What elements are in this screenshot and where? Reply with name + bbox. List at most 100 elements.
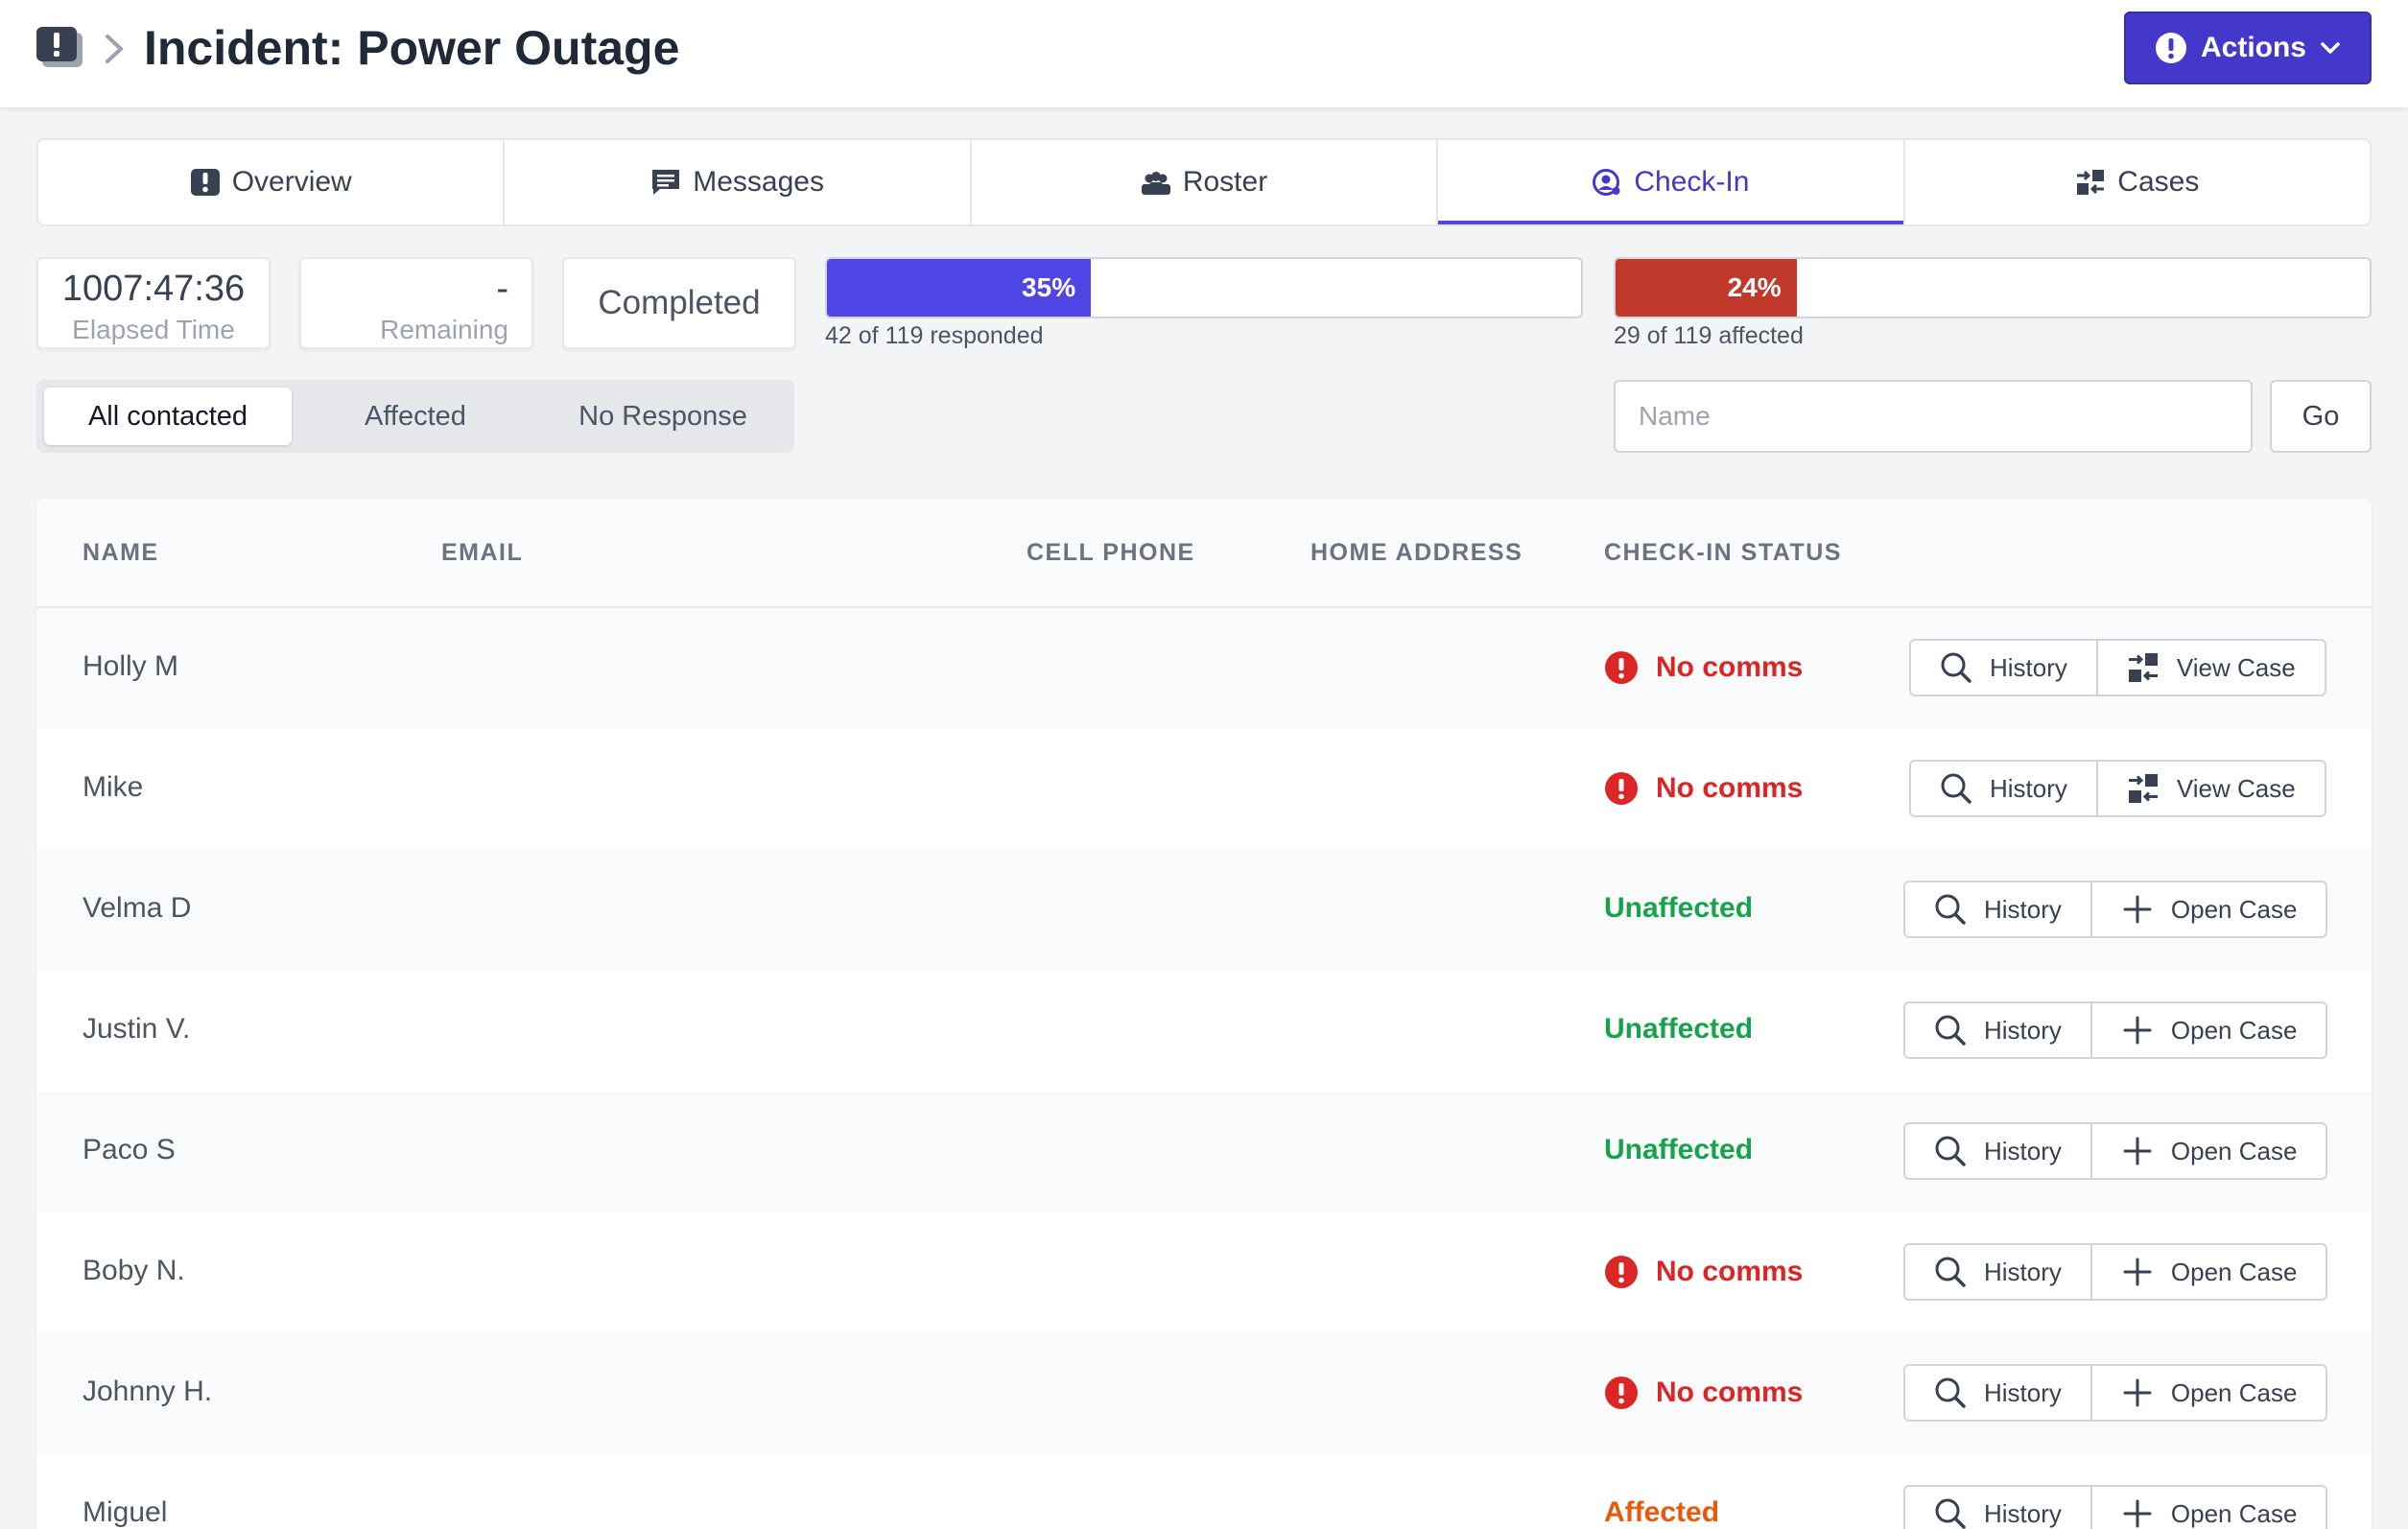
cases-icon (2077, 170, 2105, 195)
history-button[interactable]: History (1905, 1487, 2090, 1529)
column-check-in-status: CHECK-IN STATUS (1604, 539, 1842, 566)
open-case-button[interactable]: Open Case (2089, 1003, 2326, 1057)
actions-button[interactable]: Actions (2124, 12, 2372, 84)
alert-circle-icon (1605, 1256, 1638, 1288)
table-row: Velma D Unaffected History Open Case (36, 850, 2372, 971)
row-action-group: History View Case (1909, 760, 2326, 817)
case-action-label: View Case (2176, 652, 2296, 682)
search-icon (1935, 1257, 1966, 1287)
history-label: History (1984, 1498, 2062, 1528)
remaining-stat: - Remaining (299, 257, 533, 349)
table-row: Boby N. No comms History Open Case (36, 1212, 2372, 1333)
history-label: History (1990, 773, 2067, 803)
history-button[interactable]: History (1911, 641, 2096, 694)
row-checkin-status: Unaffected (1604, 892, 1753, 925)
row-name: Justin V. (83, 1013, 191, 1045)
status-stat: Completed (562, 257, 796, 349)
view-case-button[interactable]: View Case (2095, 762, 2325, 815)
column-cell-phone: CELL PHONE (1027, 539, 1195, 566)
search-icon (1935, 894, 1966, 925)
exclamation-box-icon (190, 169, 220, 196)
page-header: Incident: Power Outage Actions (0, 0, 2408, 109)
open-case-button[interactable]: Open Case (2089, 882, 2326, 936)
plus-icon (2123, 1016, 2152, 1045)
filter-segmented-control: All contacted Affected No Response (36, 380, 794, 453)
history-label: History (1990, 652, 2067, 682)
alert-circle-icon (1605, 1376, 1638, 1409)
row-action-group: History Open Case (1903, 1001, 2328, 1059)
row-name: Johnny H. (83, 1376, 213, 1407)
open-case-button[interactable]: Open Case (2089, 1366, 2326, 1420)
status-label: Unaffected (1604, 1134, 1754, 1165)
filter-no-response[interactable]: No Response (539, 388, 787, 445)
table-body: Holly M No comms History View Case Mike No co… (36, 608, 2372, 1529)
open-case-button[interactable]: Open Case (2089, 1245, 2326, 1299)
history-button[interactable]: History (1905, 1366, 2090, 1420)
row-checkin-status: Affected (1604, 1496, 1719, 1529)
case-action-label: Open Case (2170, 1136, 2298, 1165)
tab-check-in-label: Check-In (1634, 166, 1750, 198)
page-title: Incident: Power Outage (144, 21, 680, 75)
row-checkin-status: No comms (1604, 771, 1803, 806)
status-label: Affected (1604, 1496, 1720, 1528)
history-button[interactable]: History (1905, 1245, 2090, 1299)
row-checkin-status: No comms (1604, 1376, 1803, 1410)
tab-roster[interactable]: Roster (972, 140, 1439, 224)
tab-cases-label: Cases (2117, 166, 2200, 198)
responded-percent: 35% (1022, 272, 1076, 302)
row-checkin-status: No comms (1604, 1255, 1803, 1289)
search-icon (1935, 1498, 1966, 1529)
filter-affected[interactable]: Affected (292, 388, 539, 445)
history-button[interactable]: History (1905, 1003, 2090, 1057)
message-icon (652, 170, 680, 195)
tab-messages[interactable]: Messages (505, 140, 972, 224)
search-icon (1941, 773, 1971, 804)
history-label: History (1984, 1015, 2062, 1045)
row-action-group: History Open Case (1903, 1122, 2328, 1180)
view-case-button[interactable]: View Case (2095, 641, 2325, 694)
column-name: NAME (83, 539, 159, 566)
case-action-label: Open Case (2170, 1257, 2298, 1286)
history-button[interactable]: History (1905, 1124, 2090, 1178)
open-case-button[interactable]: Open Case (2089, 1124, 2326, 1178)
tab-bar: Overview Messages Roster Check-In Cases (36, 138, 2372, 226)
row-checkin-status: Unaffected (1604, 1134, 1753, 1166)
alert-circle-icon (1605, 772, 1638, 805)
status-label: No comms (1656, 651, 1804, 683)
open-case-button[interactable]: Open Case (2089, 1487, 2326, 1529)
status-label: No comms (1656, 1376, 1804, 1408)
tab-check-in[interactable]: Check-In (1438, 140, 1905, 224)
case-action-label: Open Case (2170, 894, 2298, 924)
case-action-label: Open Case (2170, 1498, 2298, 1528)
affected-percent: 24% (1727, 272, 1782, 302)
plus-icon (2123, 1137, 2152, 1165)
row-checkin-status: Unaffected (1604, 1013, 1753, 1046)
responded-progress-fill: 35% (827, 259, 1092, 317)
status-label: No comms (1656, 1256, 1804, 1287)
row-name: Holly M (83, 650, 179, 682)
search-icon (1935, 1136, 1966, 1166)
plus-icon (2123, 1378, 2152, 1407)
row-action-group: History Open Case (1903, 1485, 2328, 1529)
history-button[interactable]: History (1905, 882, 2090, 936)
history-button[interactable]: History (1911, 762, 2096, 815)
history-label: History (1984, 1257, 2062, 1286)
table-row: Miguel Affected History Open Case (36, 1454, 2372, 1529)
filter-all-contacted[interactable]: All contacted (44, 388, 292, 445)
case-action-label: Open Case (2170, 1377, 2298, 1407)
status-label: Unaffected (1604, 1013, 1754, 1045)
tab-cases[interactable]: Cases (1905, 140, 2370, 224)
go-button[interactable]: Go (2270, 380, 2372, 453)
remaining-value: - (496, 269, 508, 309)
table-header: NAME EMAIL CELL PHONE HOME ADDRESS CHECK… (36, 499, 2372, 608)
search-icon (1941, 652, 1971, 683)
column-home-address: HOME ADDRESS (1310, 539, 1523, 566)
row-name: Paco S (83, 1134, 176, 1165)
remaining-label: Remaining (380, 315, 508, 344)
plus-icon (2123, 1499, 2152, 1528)
name-search-input[interactable] (1614, 380, 2253, 453)
incident-logo-icon[interactable] (36, 27, 84, 69)
plus-icon (2123, 1258, 2152, 1286)
tab-overview[interactable]: Overview (38, 140, 506, 224)
status-value: Completed (598, 284, 761, 321)
